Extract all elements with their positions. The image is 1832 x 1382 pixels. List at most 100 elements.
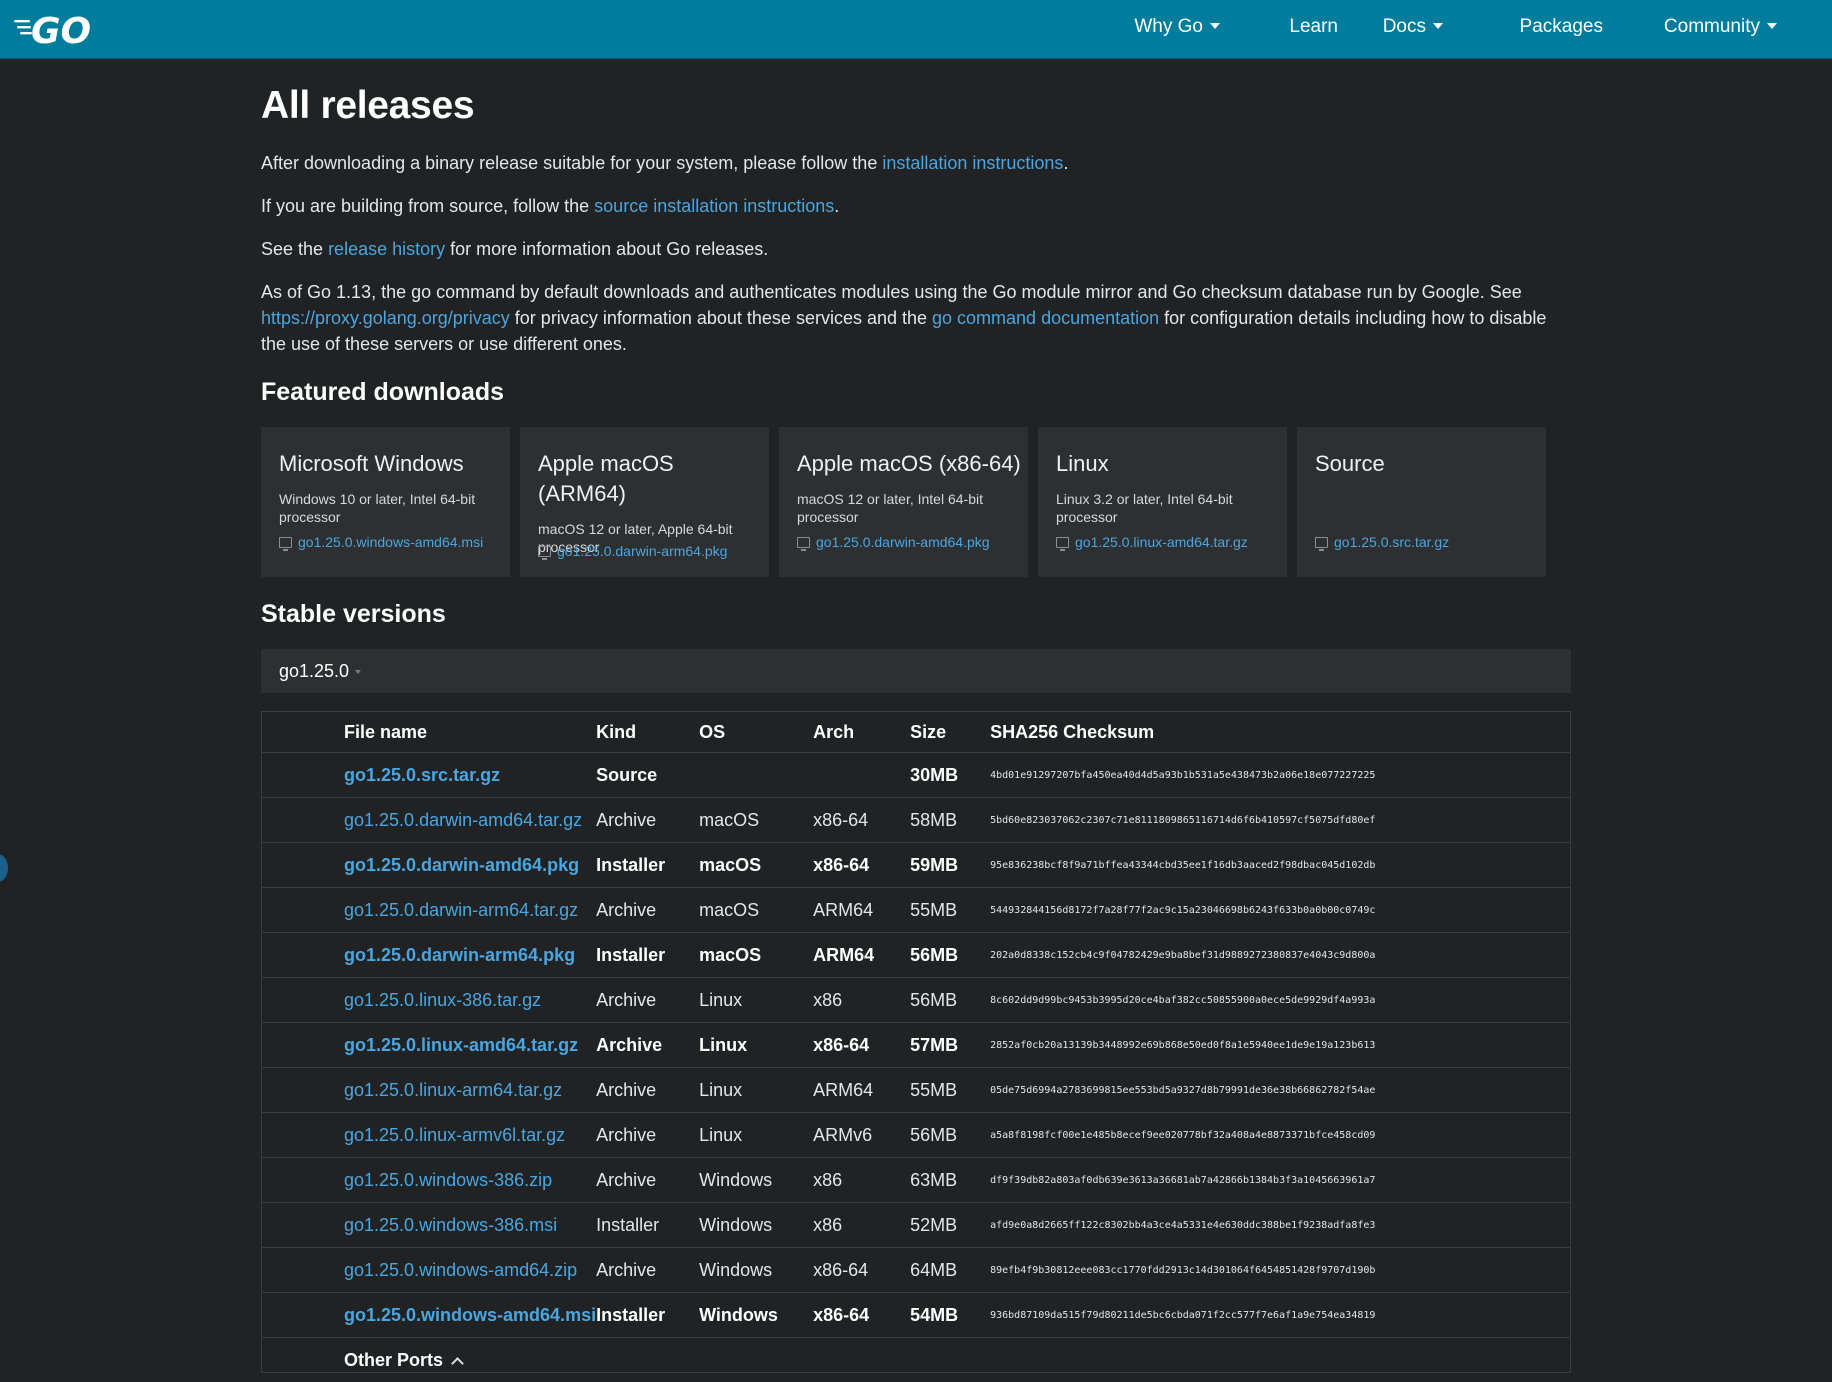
other-ports-label[interactable]: Other Ports [344,1350,443,1370]
intro-paragraph-1: After downloading a binary release suita… [261,150,1571,176]
table-row: go1.25.0.linux-386.tar.gz Archive Linux … [262,977,1570,1023]
kind-cell: Archive [596,977,700,1023]
arch-cell: x86 [813,977,911,1023]
featured-card-windows[interactable]: Microsoft Windows Windows 10 or later, I… [261,427,510,577]
featured-card-macos-arm64[interactable]: Apple macOS (ARM64) macOS 12 or later, A… [520,427,769,577]
downloads-table: File name Kind OS Arch Size SHA256 Check… [261,711,1571,1373]
checksum-cell: a5a8f8198fcf00e1e485b8ecef9ee020778bf32a… [990,1112,1570,1158]
file-download-link[interactable]: go1.25.0.darwin-amd64.pkg [344,855,579,875]
arch-cell: ARM64 [813,1067,911,1113]
table-row: go1.25.0.darwin-arm64.pkg Installer macO… [262,932,1570,978]
text: . [834,196,840,216]
card-download-link[interactable]: go1.25.0.darwin-arm64.pkg [538,543,727,560]
card-title: Source [1315,451,1385,476]
kind-cell: Installer [596,1202,700,1248]
file-download-link[interactable]: go1.25.0.windows-386.msi [344,1215,557,1235]
nav-community[interactable]: Community [1664,0,1777,58]
os-cell: macOS [699,887,814,933]
download-icon [797,537,810,551]
checksum-cell: 05de75d6994a2783699815ee553bd5a9327d8b79… [990,1067,1570,1113]
card-download-link[interactable]: go1.25.0.darwin-amd64.pkg [797,534,990,551]
arch-cell: x86-64 [813,1247,911,1293]
file-download-link[interactable]: go1.25.0.windows-amd64.msi [344,1305,596,1325]
column-header-kind: Kind [596,712,700,753]
table-row: go1.25.0.darwin-amd64.pkg Installer macO… [262,842,1570,888]
nav-why-go[interactable]: Why Go [1134,0,1220,58]
nav-learn[interactable]: Learn [1289,0,1338,58]
featured-card-source[interactable]: Source go1.25.0.src.tar.gz [1297,427,1546,577]
file-download-link[interactable]: go1.25.0.linux-amd64.tar.gz [344,1035,578,1055]
go-logo[interactable]: GO [14,7,109,51]
chevron-down-icon [1433,23,1443,29]
arch-cell: x86 [813,1157,911,1203]
column-header-file-name: File name [262,712,597,753]
size-cell: 55MB [910,887,991,933]
release-history-link[interactable]: release history [328,239,445,259]
chevron-up-icon [451,1356,464,1370]
table-row: go1.25.0.windows-386.zip Archive Windows… [262,1157,1570,1203]
other-ports-row[interactable]: Other Ports [262,1338,1570,1382]
size-cell: 63MB [910,1157,991,1203]
kind-cell: Archive [596,887,700,933]
file-download-link[interactable]: go1.25.0.darwin-arm64.tar.gz [344,900,578,920]
column-header-size: Size [910,712,991,753]
card-download-link[interactable]: go1.25.0.windows-amd64.msi [279,534,483,551]
os-cell: Linux [699,1112,814,1158]
file-download-link[interactable]: go1.25.0.linux-armv6l.tar.gz [344,1125,565,1145]
column-header-arch: Arch [813,712,911,753]
intro-paragraph-3: See the release history for more informa… [261,236,1571,262]
checksum-cell: 95e836238bcf8f9a71bffea43344cbd35ee1f16d… [990,842,1570,888]
checksum-cell: 544932844156d8172f7a28f77f2ac9c15a230466… [990,887,1570,933]
table-row: go1.25.0.windows-amd64.zip Archive Windo… [262,1247,1570,1293]
checksum-cell: 89efb4f9b30812eee083cc1770fdd2913c14d301… [990,1247,1570,1293]
os-cell: Linux [699,977,814,1023]
file-download-link[interactable]: go1.25.0.src.tar.gz [344,765,500,785]
table-row: go1.25.0.linux-armv6l.tar.gz Archive Lin… [262,1112,1570,1158]
table-row: go1.25.0.src.tar.gz Source 30MB 4bd01e91… [262,752,1570,798]
file-download-link[interactable]: go1.25.0.darwin-arm64.pkg [344,945,575,965]
chevron-down-icon [355,670,362,674]
os-cell: Linux [699,1022,814,1068]
go-logo-text: GO [31,11,91,51]
go-command-docs-link[interactable]: go command documentation [932,308,1159,328]
card-title: Microsoft Windows [279,451,464,476]
file-download-link[interactable]: go1.25.0.windows-amd64.zip [344,1260,577,1280]
card-description: Windows 10 or later, Intel 64-bit proces… [279,491,476,525]
kind-cell: Archive [596,1247,700,1293]
file-download-link[interactable]: go1.25.0.darwin-amd64.tar.gz [344,810,582,830]
installation-instructions-link[interactable]: installation instructions [882,153,1063,173]
file-download-link[interactable]: go1.25.0.windows-386.zip [344,1170,552,1190]
nav-docs[interactable]: Docs [1383,0,1443,58]
arch-cell: x86-64 [813,842,911,888]
table-row: go1.25.0.linux-amd64.tar.gz Archive Linu… [262,1022,1570,1068]
checksum-cell: df9f39db82a803af0db639e3613a36681ab7a428… [990,1157,1570,1203]
file-download-link[interactable]: go1.25.0.linux-arm64.tar.gz [344,1080,562,1100]
table-header-row: File name Kind OS Arch Size SHA256 Check… [262,712,1570,753]
featured-card-macos-x86-64[interactable]: Apple macOS (x86-64) macOS 12 or later, … [779,427,1028,577]
text: See the [261,239,329,259]
text: After downloading a binary release suita… [261,153,883,173]
nav-packages[interactable]: Packages [1520,0,1603,58]
arch-cell: ARM64 [813,887,911,933]
text: . [1063,153,1069,173]
card-download-link[interactable]: go1.25.0.linux-amd64.tar.gz [1056,534,1248,551]
table-row: go1.25.0.linux-arm64.tar.gz Archive Linu… [262,1067,1570,1113]
os-cell: macOS [699,932,814,978]
size-cell: 55MB [910,1067,991,1113]
text: for privacy information about these serv… [509,308,933,328]
version-toggle[interactable]: go1.25.0 [261,649,1571,693]
card-download-link[interactable]: go1.25.0.src.tar.gz [1315,534,1449,551]
file-download-link[interactable]: go1.25.0.linux-386.tar.gz [344,990,541,1010]
side-handle[interactable] [0,854,8,882]
table-row: go1.25.0.darwin-arm64.tar.gz Archive mac… [262,887,1570,933]
arch-cell: x86-64 [813,797,911,843]
source-installation-link[interactable]: source installation instructions [594,196,834,216]
featured-card-linux[interactable]: Linux Linux 3.2 or later, Intel 64-bit p… [1038,427,1287,577]
arch-cell [813,752,911,798]
page-title: All releases [261,84,475,127]
download-icon [1056,537,1069,551]
checksum-cell: 5bd60e823037062c2307c71e8111809865116714… [990,797,1570,843]
proxy-privacy-link[interactable]: https://proxy.golang.org/privacy [261,308,510,328]
arch-cell: x86-64 [813,1022,911,1068]
os-cell: Windows [699,1247,814,1293]
